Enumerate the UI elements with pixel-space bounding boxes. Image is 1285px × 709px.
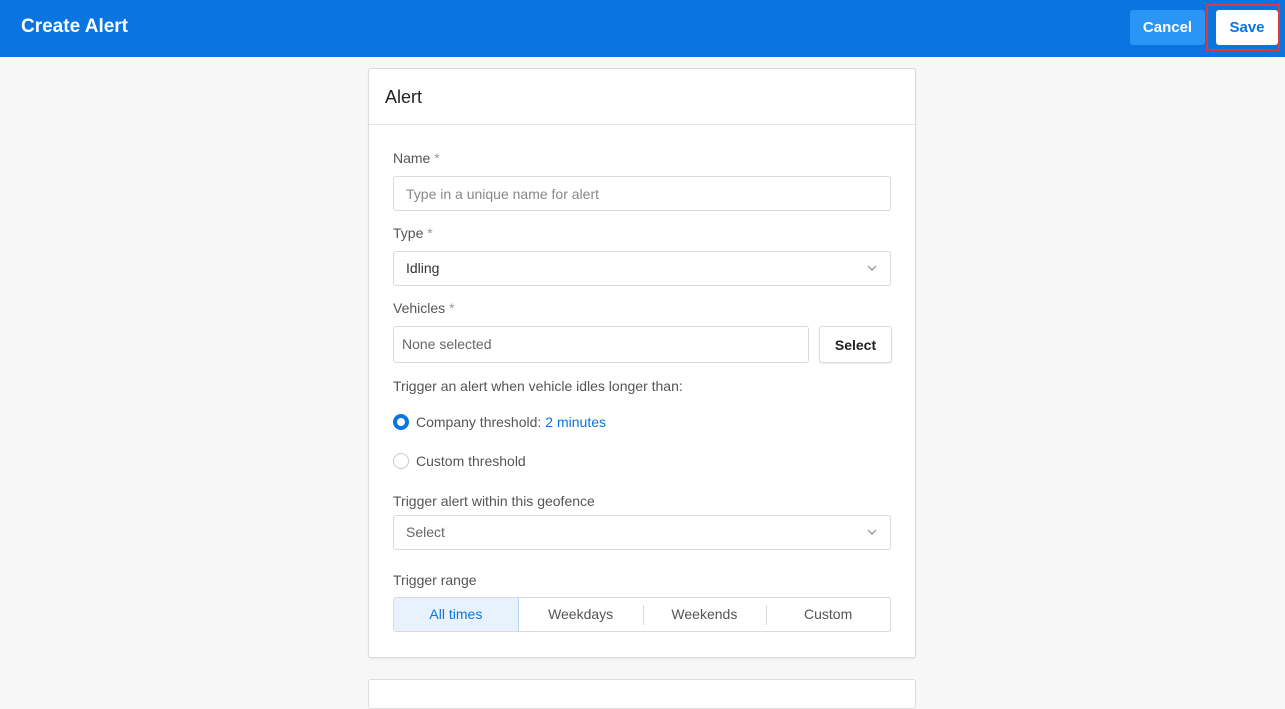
range-option-custom[interactable]: Custom bbox=[766, 598, 890, 631]
card-title: Alert bbox=[385, 87, 423, 107]
save-button[interactable]: Save bbox=[1216, 10, 1278, 45]
type-label: Type * bbox=[393, 225, 433, 241]
range-label: Trigger range bbox=[393, 572, 477, 588]
vehicles-label: Vehicles * bbox=[393, 300, 455, 316]
cancel-button[interactable]: Cancel bbox=[1130, 10, 1205, 45]
type-select[interactable]: Idling bbox=[393, 251, 891, 286]
name-input[interactable] bbox=[393, 176, 891, 211]
vehicles-select-button[interactable]: Select bbox=[819, 326, 892, 363]
type-select-value: Idling bbox=[406, 260, 440, 276]
radio-selected[interactable] bbox=[393, 414, 409, 430]
range-option-weekdays[interactable]: Weekdays bbox=[519, 598, 643, 631]
custom-threshold-option[interactable]: Custom threshold bbox=[393, 451, 526, 471]
trigger-range-segmented: All times Weekdays Weekends Custom bbox=[393, 597, 891, 632]
geofence-label: Trigger alert within this geofence bbox=[393, 493, 595, 509]
geofence-select[interactable]: Select bbox=[393, 515, 891, 550]
radio-unselected[interactable] bbox=[393, 453, 409, 469]
company-threshold-option[interactable]: Company threshold: 2 minutes bbox=[393, 412, 606, 432]
card-header: Alert bbox=[369, 69, 915, 125]
chevron-down-icon bbox=[867, 529, 877, 535]
top-bar: Create Alert Cancel Save bbox=[0, 0, 1285, 57]
threshold-link[interactable]: 2 minutes bbox=[545, 414, 606, 430]
vehicles-field[interactable]: None selected bbox=[393, 326, 809, 363]
chevron-down-icon bbox=[867, 265, 877, 271]
trigger-label: Trigger an alert when vehicle idles long… bbox=[393, 378, 683, 394]
range-option-all-times[interactable]: All times bbox=[394, 598, 519, 631]
alert-card: Alert Name * Type * Idling Vehicles * No… bbox=[368, 68, 916, 658]
name-label: Name * bbox=[393, 150, 440, 166]
range-option-weekends[interactable]: Weekends bbox=[642, 598, 767, 631]
geofence-select-value: Select bbox=[406, 524, 445, 540]
next-card bbox=[368, 679, 916, 709]
page-title: Create Alert bbox=[21, 16, 129, 37]
